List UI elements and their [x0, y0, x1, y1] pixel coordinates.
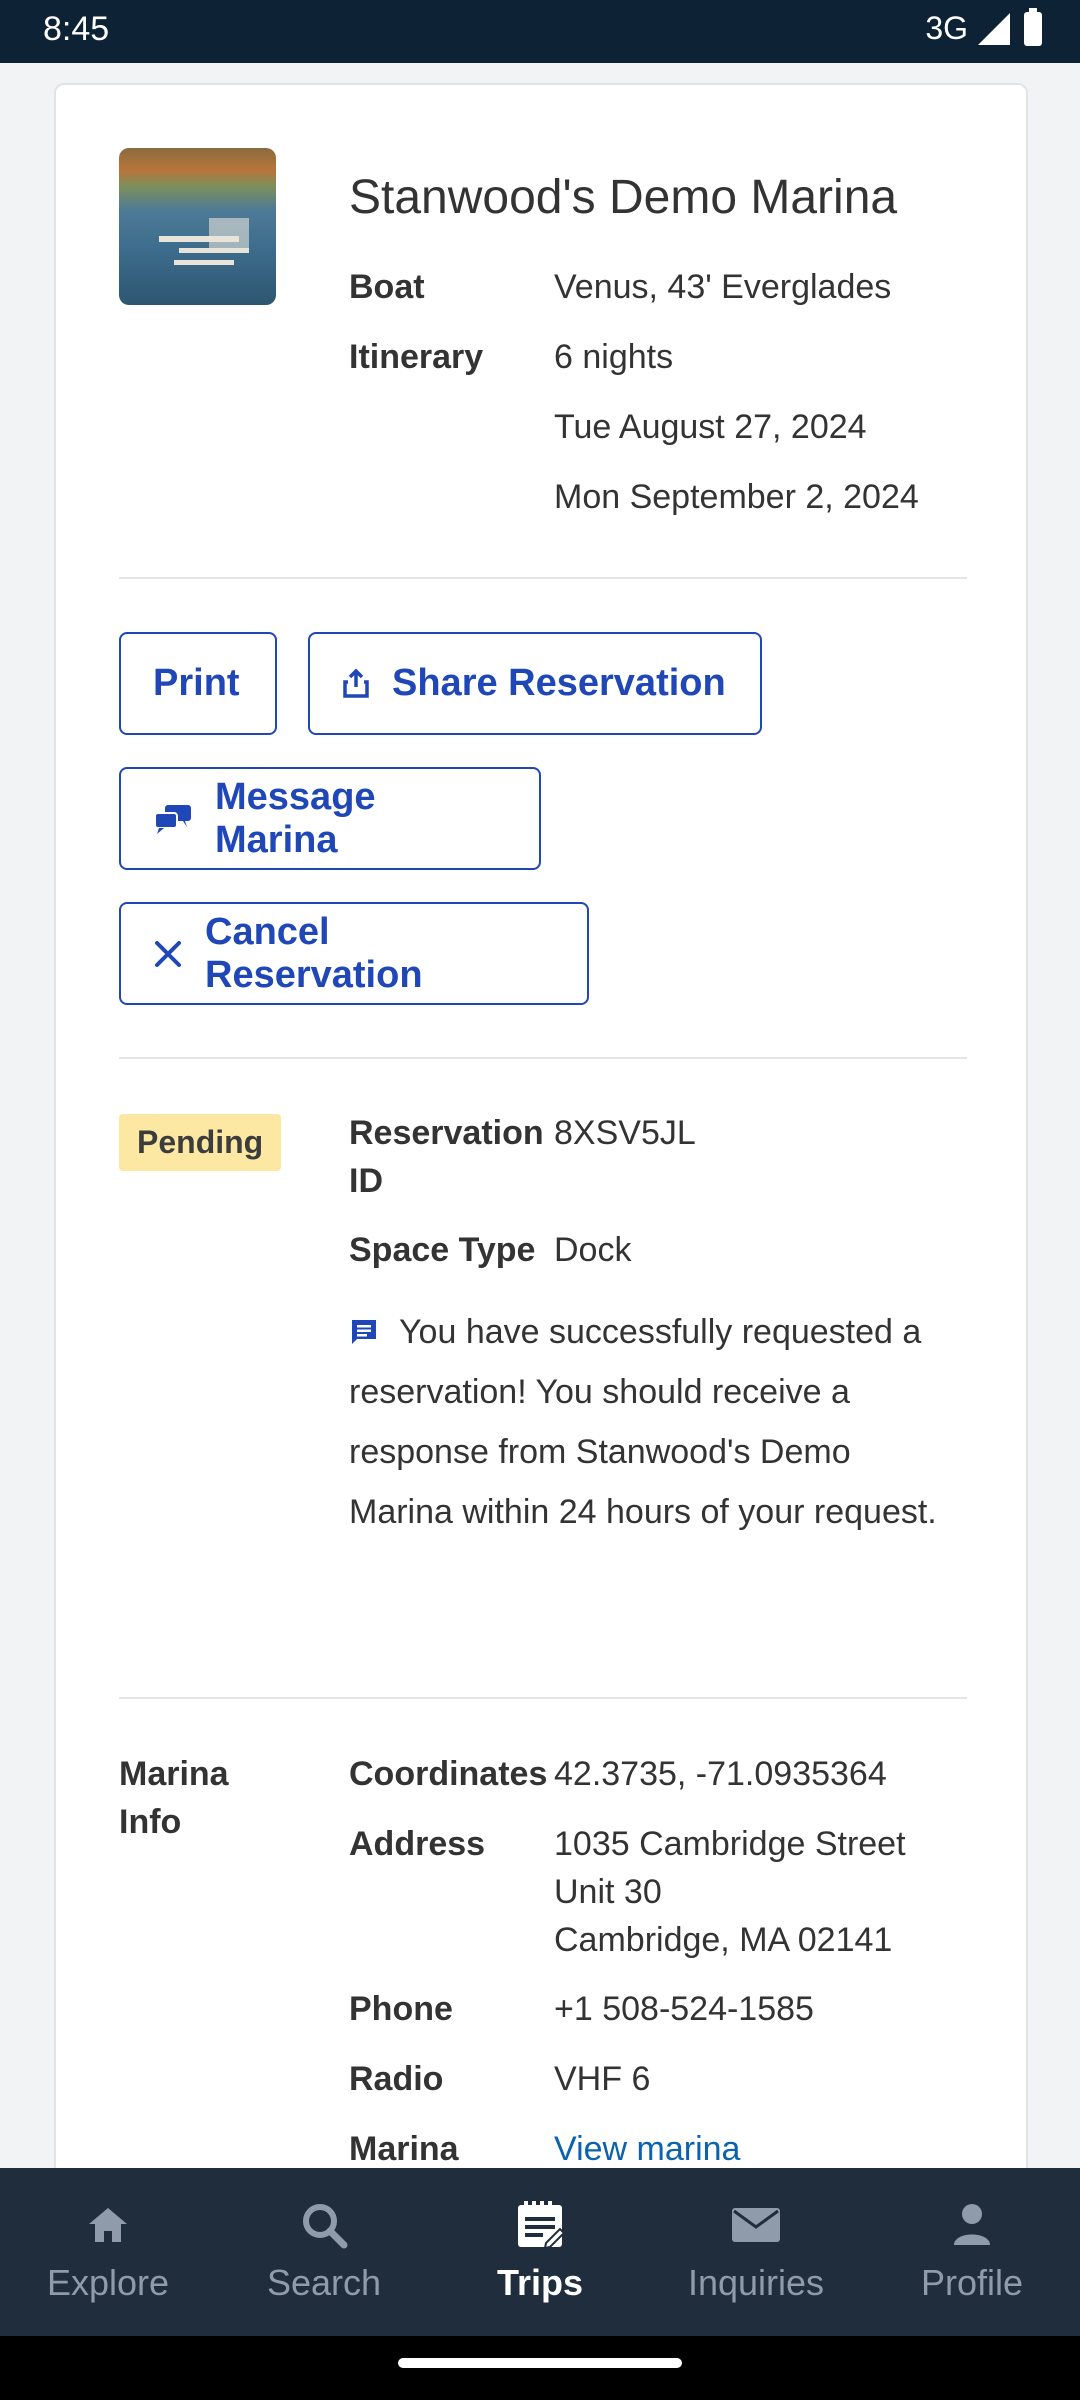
tab-search[interactable]: Search	[216, 2168, 432, 2336]
space-type: Dock	[554, 1231, 632, 1269]
tab-trips-label: Trips	[496, 2262, 584, 2303]
print-button[interactable]: Print	[119, 632, 277, 735]
system-nav-bar	[0, 2336, 1080, 2400]
home-gesture-handle[interactable]	[398, 2358, 682, 2368]
marina-name: Stanwood's Demo Marina	[349, 171, 898, 224]
mail-icon	[732, 2208, 780, 2242]
share-icon	[343, 668, 369, 698]
signal-icon	[978, 12, 1010, 45]
divider	[119, 1057, 967, 1059]
radio-value: VHF 6	[554, 2060, 651, 2098]
reservation-id-label-1: Reservation	[349, 1114, 544, 1152]
coordinates-label: Coordinates	[349, 1755, 548, 1793]
reservation-id: 8XSV5JL	[554, 1114, 696, 1152]
phone-value: +1 508-524-1585	[554, 1990, 814, 2028]
bottom-tab-bar: Explore Search Trips Inquiries Profile	[0, 2168, 1080, 2336]
divider	[119, 1697, 967, 1699]
marina-thumbnail	[119, 148, 276, 305]
status-badge: Pending	[119, 1114, 282, 1171]
status-time: 8:45	[43, 10, 110, 48]
tab-trips[interactable]: Trips	[432, 2168, 648, 2336]
share-reservation-button[interactable]: Share Reservation	[308, 632, 762, 735]
reservation-message: You have successfully requested a reserv…	[349, 1302, 959, 1542]
boat-value: Venus, 43' Everglades	[554, 268, 892, 306]
network-type: 3G	[925, 10, 968, 46]
chat-bubbles-icon	[154, 804, 191, 834]
marina-info-label-1: Marina	[119, 1755, 229, 1793]
itinerary-label: Itinerary	[349, 338, 484, 376]
search-icon	[303, 2204, 348, 2249]
address-line3: Cambridge, MA 02141	[554, 1921, 893, 1959]
view-marina-link[interactable]: View marina	[554, 2130, 740, 2168]
share-button-label: Share Reservation	[392, 662, 726, 704]
tab-explore[interactable]: Explore	[0, 2168, 216, 2336]
close-icon	[155, 940, 181, 967]
tab-explore-label: Explore	[46, 2262, 170, 2303]
tab-profile[interactable]: Profile	[864, 2168, 1080, 2336]
address-line2: Unit 30	[554, 1873, 662, 1911]
tab-profile-label: Profile	[920, 2262, 1024, 2303]
home-icon	[89, 2208, 127, 2242]
address-label: Address	[349, 1825, 486, 1863]
itinerary-start-date: Tue August 27, 2024	[554, 408, 867, 446]
space-type-label: Space Type	[349, 1231, 536, 1269]
reservation-card: Stanwood's Demo Marina Boat Venus, 43' E…	[54, 83, 1028, 2168]
marina-info-label-2: Info	[119, 1803, 182, 1841]
message-button-label: Message Marina	[215, 775, 376, 861]
phone-label: Phone	[349, 1990, 453, 2028]
message-text: You have successfully requested a reserv…	[349, 1313, 937, 1531]
status-indicators: 3G	[925, 7, 1042, 47]
print-button-label: Print	[153, 662, 240, 704]
message-icon	[352, 1320, 376, 1344]
radio-label: Radio	[349, 2060, 444, 2098]
message-marina-button[interactable]: Message Marina	[119, 767, 541, 870]
address-line1: 1035 Cambridge Street	[554, 1825, 906, 1863]
tab-inquiries-label: Inquiries	[687, 2262, 825, 2303]
coordinates-value: 42.3735, -71.0935364	[554, 1755, 887, 1793]
reservation-id-label-2: ID	[349, 1162, 383, 1200]
boat-label: Boat	[349, 268, 425, 306]
cancel-reservation-button[interactable]: Cancel Reservation	[119, 902, 589, 1005]
status-bar: 8:45 3G	[0, 0, 1080, 63]
battery-icon	[1024, 7, 1042, 46]
tab-inquiries[interactable]: Inquiries	[648, 2168, 864, 2336]
divider	[119, 577, 967, 579]
itinerary-end-date: Mon September 2, 2024	[554, 478, 919, 516]
trips-icon	[518, 2201, 566, 2250]
person-icon	[954, 2204, 990, 2245]
itinerary-nights: 6 nights	[554, 338, 674, 376]
tab-search-label: Search	[266, 2262, 382, 2303]
marina-profile-label-1: Marina	[349, 2130, 459, 2168]
cancel-button-label: Cancel Reservation	[205, 910, 423, 996]
content-scroll[interactable]: Stanwood's Demo Marina Boat Venus, 43' E…	[0, 63, 1080, 2168]
